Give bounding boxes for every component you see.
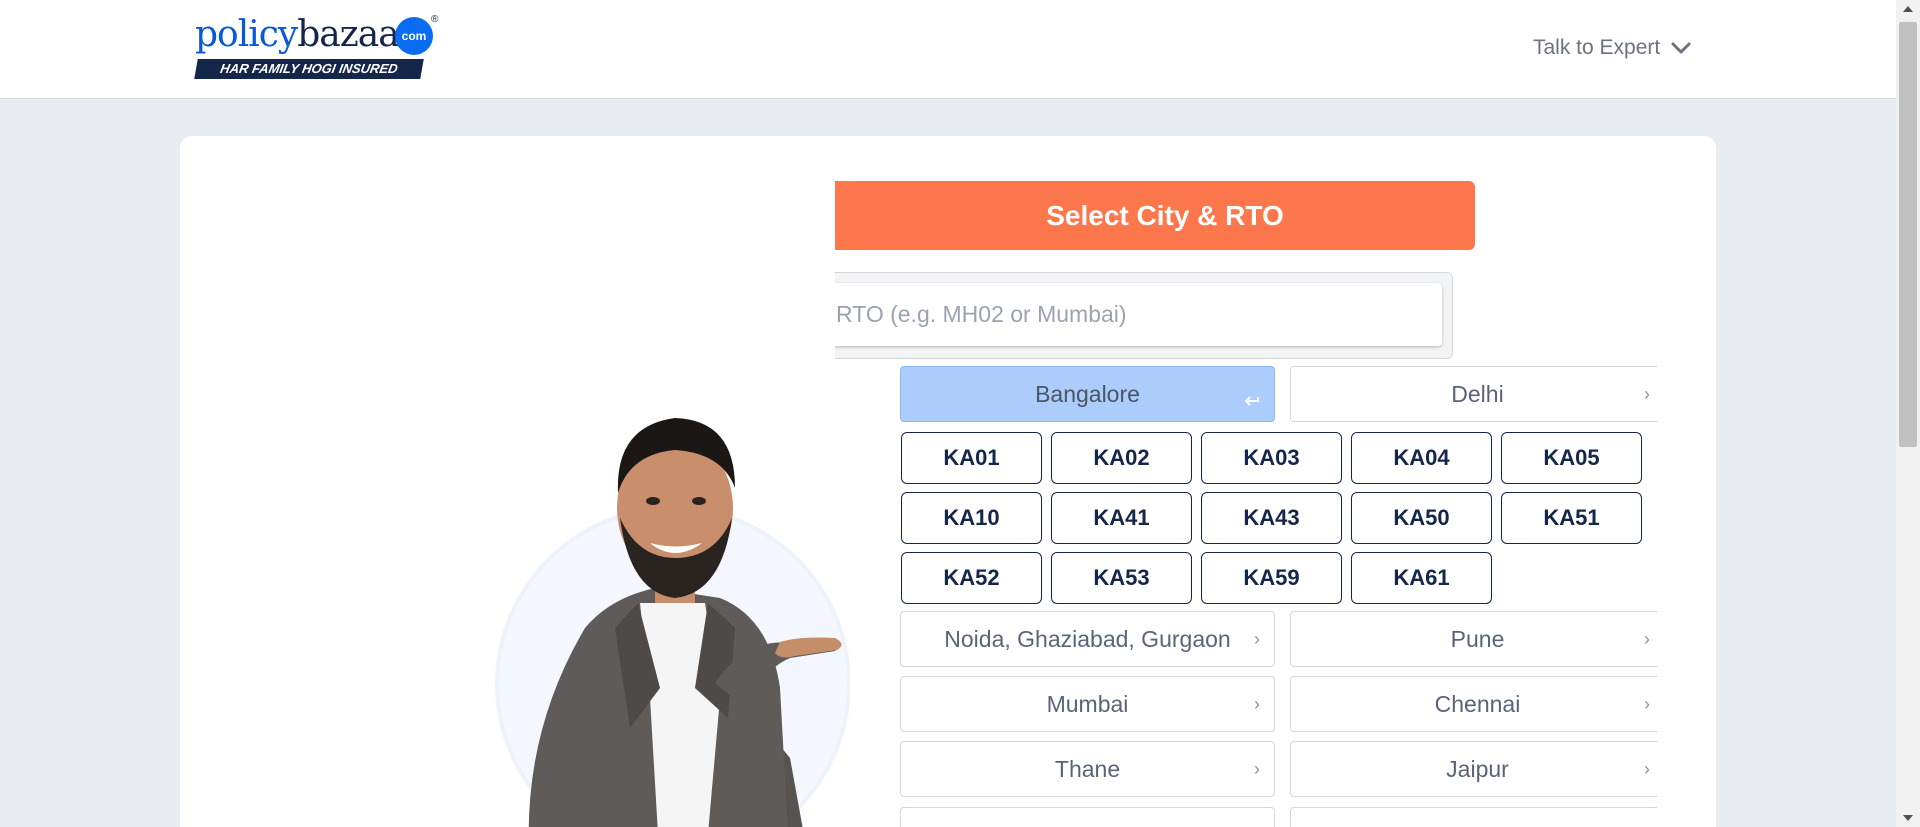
site-header: policybazaar com ® HAR FAMILY HOGI INSUR… xyxy=(0,0,1896,99)
city-label: Pune xyxy=(1450,626,1505,652)
city-thane[interactable]: Thane › xyxy=(900,741,1275,797)
select-city-rto-header: Select City & RTO xyxy=(835,181,1475,250)
return-arrow-icon xyxy=(1244,396,1259,406)
chevron-down-icon xyxy=(1671,42,1691,54)
rto-button-ka53[interactable]: KA53 xyxy=(1051,552,1192,604)
logo-word-policy: policy xyxy=(195,14,298,55)
rto-button-ka41[interactable]: KA41 xyxy=(1051,492,1192,544)
logo-tagline: HAR FAMILY HOGI INSURED xyxy=(194,59,424,79)
chevron-right-icon: › xyxy=(1254,694,1260,714)
city-label: Thane xyxy=(1054,756,1121,782)
rto-button-ka43[interactable]: KA43 xyxy=(1201,492,1342,544)
rto-button-ka61[interactable]: KA61 xyxy=(1351,552,1492,604)
city-label: Mumbai xyxy=(1046,691,1129,717)
page-scrollbar[interactable] xyxy=(1896,0,1920,827)
city-label: Chennai xyxy=(1434,691,1521,717)
chevron-right-icon: › xyxy=(1644,694,1650,714)
chevron-right-icon: › xyxy=(1254,629,1260,649)
rto-search-wrapper xyxy=(835,272,1453,359)
city-partial-row[interactable] xyxy=(1290,807,1657,827)
chevron-right-icon: › xyxy=(1644,759,1650,779)
rto-button-ka02[interactable]: KA02 xyxy=(1051,432,1192,484)
rto-button-ka01[interactable]: KA01 xyxy=(901,432,1042,484)
city-mumbai[interactable]: Mumbai › xyxy=(900,676,1275,732)
scroll-up-arrow-icon[interactable] xyxy=(1903,6,1913,12)
rto-button-ka51[interactable]: KA51 xyxy=(1501,492,1642,544)
logo-wordmark: policybazaar xyxy=(195,14,416,56)
brand-ambassador-illustration xyxy=(495,418,850,827)
chevron-right-icon: › xyxy=(1644,629,1650,649)
city-chennai[interactable]: Chennai › xyxy=(1290,676,1657,732)
city-noida-ghaziabad-gurgaon[interactable]: Noida, Ghaziabad, Gurgaon › xyxy=(900,611,1275,667)
rto-button-ka04[interactable]: KA04 xyxy=(1351,432,1492,484)
policybazaar-logo[interactable]: policybazaar com ® HAR FAMILY HOGI INSUR… xyxy=(194,14,440,80)
talk-to-expert-dropdown[interactable]: Talk to Expert xyxy=(1533,36,1692,60)
rto-button-ka05[interactable]: KA05 xyxy=(1501,432,1642,484)
rto-button-ka03[interactable]: KA03 xyxy=(1201,432,1342,484)
scrollbar-thumb[interactable] xyxy=(1899,22,1917,447)
city-label: Noida, Ghaziabad, Gurgaon xyxy=(944,626,1231,652)
city-label: Jaipur xyxy=(1446,756,1509,782)
talk-to-expert-label: Talk to Expert xyxy=(1533,36,1661,59)
chevron-right-icon: › xyxy=(1254,759,1260,779)
city-label: Bangalore xyxy=(1035,381,1140,407)
city-delhi[interactable]: Delhi › xyxy=(1290,366,1657,422)
rto-button-ka50[interactable]: KA50 xyxy=(1351,492,1492,544)
city-bangalore[interactable]: Bangalore xyxy=(900,366,1275,422)
logo-registered-mark: ® xyxy=(431,14,439,25)
city-partial-row[interactable] xyxy=(900,807,1275,827)
scroll-down-arrow-icon[interactable] xyxy=(1903,815,1913,821)
city-label: Delhi xyxy=(1451,381,1504,407)
rto-button-ka10[interactable]: KA10 xyxy=(901,492,1042,544)
rto-button-ka59[interactable]: KA59 xyxy=(1201,552,1342,604)
city-pune[interactable]: Pune › xyxy=(1290,611,1657,667)
city-rto-panel: Select City & RTO Bangalore Delhi › KA01… xyxy=(835,180,1657,827)
city-jaipur[interactable]: Jaipur › xyxy=(1290,741,1657,797)
logo-dotcom-badge: com xyxy=(395,17,433,55)
chevron-right-icon: › xyxy=(1644,384,1650,404)
rto-search-input[interactable] xyxy=(835,283,1442,346)
rto-button-ka52[interactable]: KA52 xyxy=(901,552,1042,604)
